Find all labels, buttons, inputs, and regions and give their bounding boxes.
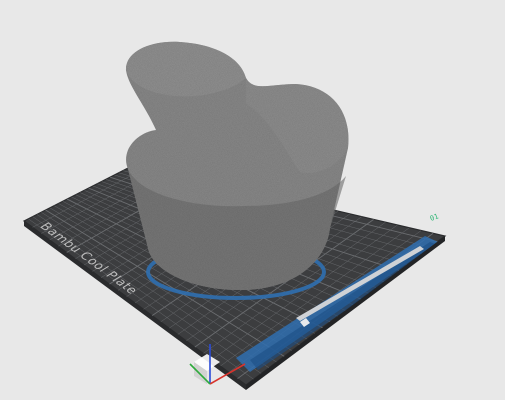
3d-viewport[interactable]: Bambu Cool Plate 01 [0, 0, 505, 400]
scene-canvas[interactable]: Bambu Cool Plate 01 [0, 0, 505, 400]
model-object[interactable] [125, 41, 349, 290]
plate-number-label: 01 [429, 212, 440, 222]
